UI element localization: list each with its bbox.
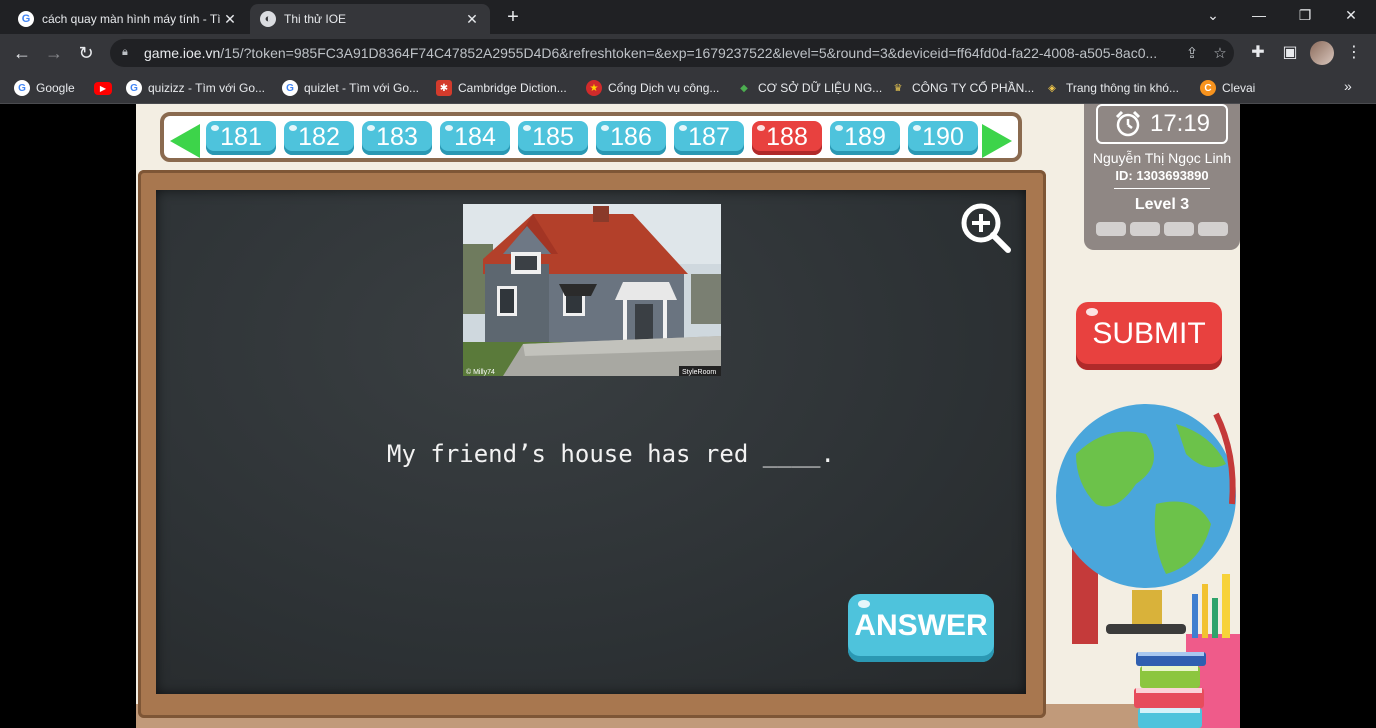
browser-toolbar: ← → ↻ 🔒︎ game.ioe.vn/15/?token=985FC3A91… <box>0 34 1376 72</box>
window-close-button[interactable]: ✕ <box>1328 0 1374 32</box>
prev-page-arrow-icon[interactable] <box>170 124 200 158</box>
question-button-current[interactable]: 188 <box>752 121 822 155</box>
house-illustration: © Milly74 StyleRoom <box>463 204 721 376</box>
lock-icon[interactable]: 🔒︎ <box>122 46 136 60</box>
url-text[interactable]: game.ioe.vn/15/?token=985FC3A91D8364F74C… <box>144 45 1178 61</box>
bookmark-trang-thong-tin[interactable]: ◈ Trang thông tin khó... <box>1044 77 1179 99</box>
question-button[interactable]: 184 <box>440 121 510 155</box>
question-text: My friend’s house has red ____. <box>387 440 835 468</box>
ioe-icon: ◐ <box>260 11 276 27</box>
bookmarks-bar: G Google ▶ G quizizz - Tìm với Go... G q… <box>0 72 1376 104</box>
tab-ioe[interactable]: ◐ Thi thử IOE ✕ <box>250 4 490 34</box>
question-navigator: 181 182 183 184 185 186 187 188 189 190 <box>160 112 1022 162</box>
bookmarks-overflow-button[interactable]: » <box>1344 78 1352 94</box>
bookmark-clevai[interactable]: C Clevai <box>1200 77 1255 99</box>
bookmark-cong-ty[interactable]: ♛ CÔNG TY CỔ PHẦN... <box>890 77 1035 99</box>
bookmark-google[interactable]: G Google <box>14 77 75 99</box>
google-icon: G <box>18 11 34 27</box>
timer-value: 17:19 <box>1149 110 1211 137</box>
profile-avatar[interactable] <box>1310 41 1334 65</box>
bookmark-quizizz[interactable]: G quizizz - Tìm với Go... <box>126 77 265 99</box>
clevai-icon: C <box>1200 80 1216 96</box>
globe-books-decoration <box>1056 404 1240 728</box>
youtube-icon: ▶ <box>94 81 112 95</box>
user-id: ID: 1303693890 <box>1115 168 1209 183</box>
timer: 17:19 <box>1096 104 1228 144</box>
answer-button[interactable]: ANSWER <box>848 594 994 662</box>
question-button[interactable]: 185 <box>518 121 588 155</box>
divider <box>1114 188 1210 189</box>
google-icon: G <box>282 80 298 96</box>
address-bar[interactable]: 🔒︎ game.ioe.vn/15/?token=985FC3A91D8364F… <box>110 39 1234 67</box>
level-progress-segment <box>1130 222 1160 236</box>
cambridge-icon: ✱ <box>436 80 452 96</box>
question-button[interactable]: 186 <box>596 121 666 155</box>
game-page: 181 182 183 184 185 186 187 188 189 190 <box>136 104 1240 728</box>
database-icon: ◆ <box>740 82 748 94</box>
tab-title: cách quay màn hình máy tính - Tì <box>42 12 221 26</box>
next-page-arrow-icon[interactable] <box>982 124 1012 158</box>
browser-tab-bar: G cách quay màn hình máy tính - Tì ✕ ◐ T… <box>0 0 1376 34</box>
photo-credit-right: StyleRoom <box>682 369 716 376</box>
company-icon: ♛ <box>893 82 903 94</box>
question-button[interactable]: 189 <box>830 121 900 155</box>
bookmark-cambridge[interactable]: ✱ Cambridge Diction... <box>436 77 567 99</box>
question-image: © Milly74 StyleRoom <box>463 204 721 376</box>
close-icon[interactable]: ✕ <box>464 11 480 28</box>
minimize-button[interactable]: — <box>1236 0 1282 32</box>
close-icon[interactable]: ✕ <box>222 11 238 28</box>
emblem-icon: ★ <box>586 80 602 96</box>
photo-credit-left: © Milly74 <box>466 368 495 376</box>
bookmark-star-icon[interactable]: ☆ <box>1206 44 1234 62</box>
share-icon[interactable]: ⇪ <box>1178 44 1206 62</box>
level-progress-segment <box>1198 222 1228 236</box>
alarm-clock-icon <box>1115 110 1141 137</box>
level-progress-segment <box>1164 222 1194 236</box>
tab-search-result[interactable]: G cách quay màn hình máy tính - Tì ✕ <box>8 4 248 34</box>
question-button[interactable]: 190 <box>908 121 978 155</box>
bookmark-youtube[interactable]: ▶ <box>94 77 118 99</box>
tab-search-chevron-icon[interactable]: ⌄ <box>1190 0 1236 32</box>
back-button[interactable]: ← <box>10 41 34 65</box>
level-label: Level 3 <box>1134 196 1190 213</box>
question-button[interactable]: 182 <box>284 121 354 155</box>
user-name: Nguyễn Thị Ngọc Linh <box>1092 150 1232 166</box>
menu-icon[interactable]: ⋮ <box>1342 42 1366 64</box>
submit-button[interactable]: SUBMIT <box>1076 302 1222 370</box>
forward-button[interactable]: → <box>42 41 66 65</box>
info-icon: ◈ <box>1048 82 1056 94</box>
zoom-icon[interactable] <box>958 200 1014 256</box>
user-panel: 17:19 Nguyễn Thị Ngọc Linh ID: 130369389… <box>1084 104 1240 250</box>
restore-button[interactable]: ❐ <box>1282 0 1328 32</box>
extensions-icon[interactable]: ✚ <box>1246 42 1270 64</box>
reload-button[interactable]: ↻ <box>74 41 98 65</box>
question-button[interactable]: 183 <box>362 121 432 155</box>
google-icon: G <box>126 80 142 96</box>
question-button[interactable]: 187 <box>674 121 744 155</box>
new-tab-button[interactable]: + <box>500 6 526 30</box>
level-progress-segment <box>1096 222 1126 236</box>
question-button[interactable]: 181 <box>206 121 276 155</box>
google-icon: G <box>14 80 30 96</box>
bookmark-co-so-du-lieu[interactable]: ◆ CƠ SỞ DỮ LIỆU NG... <box>736 77 882 99</box>
side-panel-icon[interactable]: ▣ <box>1278 42 1302 64</box>
bookmark-dich-vu-cong[interactable]: ★ Cổng Dịch vụ công... <box>586 77 719 99</box>
bookmark-quizlet[interactable]: G quizlet - Tìm với Go... <box>282 77 419 99</box>
tab-title: Thi thử IOE <box>284 12 347 26</box>
